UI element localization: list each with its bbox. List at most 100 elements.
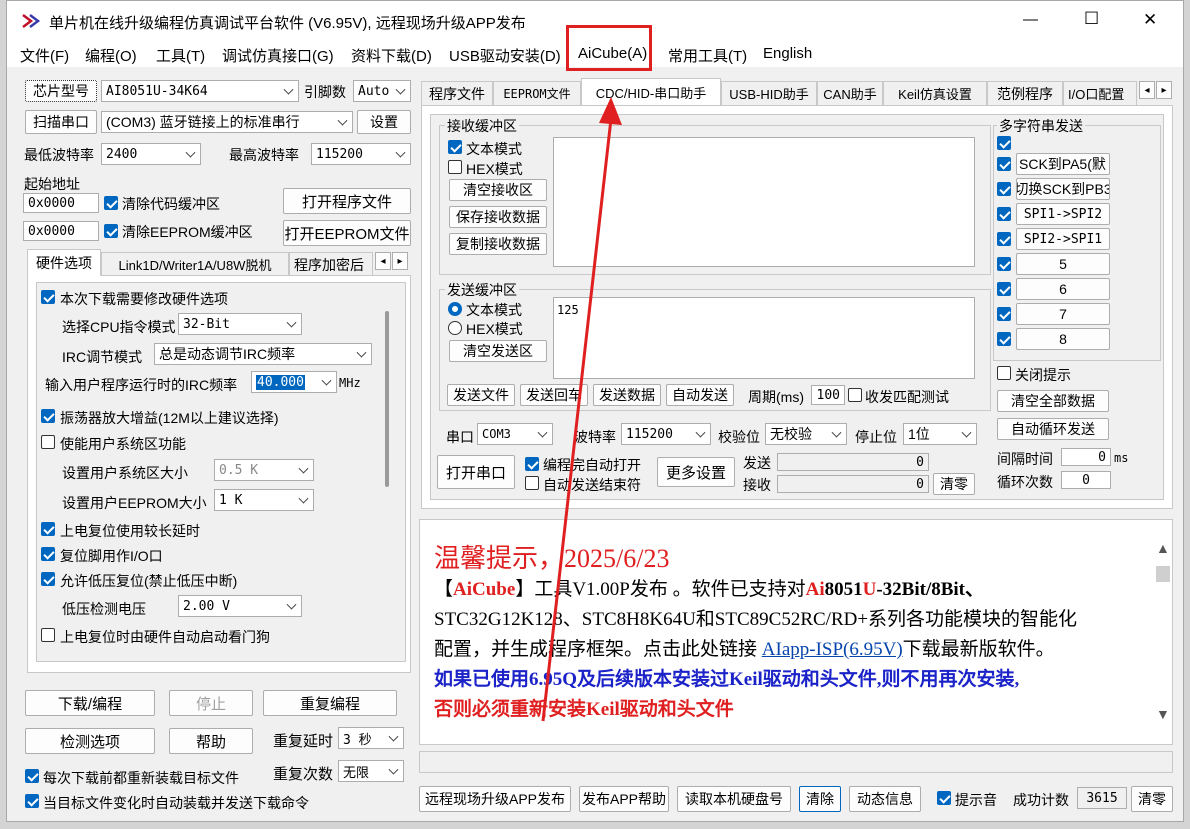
app-help-button[interactable]: 发布APP帮助: [579, 786, 669, 812]
reload-each-checkbox[interactable]: [25, 769, 39, 783]
clear-send-button[interactable]: 清空发送区: [449, 340, 547, 362]
baud-select[interactable]: 115200: [621, 423, 711, 445]
irc-mode-select[interactable]: 总是动态调节IRC频率: [154, 343, 372, 365]
receive-textarea[interactable]: [553, 137, 975, 267]
stop-bits-select[interactable]: 1位: [903, 423, 977, 445]
repeat-delay-select[interactable]: 3 秒: [338, 727, 404, 749]
menu-downloads[interactable]: 资料下载(D): [348, 43, 435, 68]
code-address-input[interactable]: 0x0000: [23, 193, 99, 213]
menu-usb-driver[interactable]: USB驱动安装(D): [446, 43, 564, 68]
multi-item-6-button[interactable]: 6: [1016, 278, 1110, 300]
multi-item-4-button[interactable]: SPI2->SPI1: [1016, 228, 1110, 250]
tab-encryption[interactable]: 程序加密后: [289, 252, 373, 276]
multi-item-4-checkbox[interactable]: [997, 232, 1011, 246]
notice-scrollbar-thumb[interactable]: [1156, 566, 1170, 582]
remote-app-publish-button[interactable]: 远程现场升级APP发布: [419, 786, 571, 812]
clear-button[interactable]: 清除: [799, 786, 841, 812]
download-program-button[interactable]: 下载/编程: [25, 690, 155, 716]
tab-cdc-hid-serial[interactable]: CDC/HID-串口助手: [581, 78, 721, 105]
tab-io-config[interactable]: I/O口配置: [1063, 81, 1137, 105]
right-tab-scroll-left-icon[interactable]: ◂: [1139, 81, 1155, 99]
interval-input[interactable]: 0: [1061, 448, 1111, 466]
port-select[interactable]: (COM3) 蓝牙链接上的标准串行: [101, 111, 353, 133]
auto-reload-checkbox[interactable]: [25, 794, 39, 808]
scroll-up-icon[interactable]: ▲: [1156, 540, 1170, 556]
tab-eeprom-file[interactable]: EEPROM文件: [493, 81, 581, 105]
auto-send-button[interactable]: 自动发送: [666, 384, 734, 406]
dynamic-info-button[interactable]: 动态信息: [849, 786, 921, 812]
menu-english[interactable]: English: [760, 43, 815, 64]
menu-file[interactable]: 文件(F): [17, 43, 72, 68]
maximize-icon[interactable]: ☐: [1084, 9, 1099, 29]
multi-item-5-checkbox[interactable]: [997, 257, 1011, 271]
long-delay-checkbox[interactable]: [41, 522, 55, 536]
tab-usb-hid[interactable]: USB-HID助手: [721, 81, 817, 105]
low-voltage-reset-checkbox[interactable]: [41, 572, 55, 586]
send-data-button[interactable]: 发送数据: [593, 384, 661, 406]
pin-count-select[interactable]: Auto: [353, 80, 411, 102]
osc-gain-checkbox[interactable]: [41, 409, 55, 423]
tab-hardware-options[interactable]: 硬件选项: [27, 249, 101, 276]
auto-open-checkbox[interactable]: [525, 457, 539, 471]
menu-program[interactable]: 编程(O): [82, 43, 140, 68]
user-eeprom-size-select[interactable]: 1 K: [214, 489, 314, 511]
multi-item-7-button[interactable]: 7: [1016, 303, 1110, 325]
menu-common-tools[interactable]: 常用工具(T): [665, 43, 750, 68]
menu-debug-interface[interactable]: 调试仿真接口(G): [219, 43, 337, 68]
tab-program-file[interactable]: 程序文件: [421, 81, 493, 105]
cpu-mode-select[interactable]: 32-Bit: [178, 313, 302, 335]
eeprom-address-input[interactable]: 0x0000: [23, 221, 99, 241]
rx-text-mode-checkbox[interactable]: [448, 140, 462, 154]
right-tab-scroll-right-icon[interactable]: ▸: [1156, 81, 1172, 99]
save-receive-button[interactable]: 保存接收数据: [449, 206, 547, 228]
open-eeprom-file-button[interactable]: 打开EEPROM文件: [283, 220, 411, 246]
clear-receive-button[interactable]: 清空接收区: [449, 179, 547, 201]
tx-hex-mode-radio[interactable]: [448, 321, 462, 335]
detect-options-button[interactable]: 检测选项: [25, 728, 155, 754]
tab-link1d-offline[interactable]: Link1D/Writer1A/U8W脱机: [101, 252, 289, 276]
send-enter-button[interactable]: 发送回车: [520, 384, 588, 406]
chip-model-select[interactable]: AI8051U-34K64: [101, 80, 299, 102]
send-textarea[interactable]: 125: [553, 297, 975, 379]
reset-count-button[interactable]: 清零: [1131, 786, 1173, 812]
multi-item-8-checkbox[interactable]: [997, 332, 1011, 346]
tab-keil-sim[interactable]: Keil仿真设置: [883, 81, 987, 105]
multi-item-1-button[interactable]: SCK到PA5(默: [1016, 153, 1110, 175]
open-port-button[interactable]: 打开串口: [437, 455, 515, 489]
repeat-program-button[interactable]: 重复编程: [263, 690, 397, 716]
tab-can[interactable]: CAN助手: [817, 81, 883, 105]
loop-count-input[interactable]: 0: [1061, 471, 1111, 489]
tx-text-mode-radio[interactable]: [448, 302, 462, 316]
repeat-count-select[interactable]: 无限: [338, 760, 404, 782]
stop-button[interactable]: 停止: [169, 690, 253, 716]
irc-freq-select[interactable]: 40.000: [251, 371, 337, 393]
multi-item-1-checkbox[interactable]: [997, 157, 1011, 171]
clear-eeprom-checkbox[interactable]: [104, 224, 118, 238]
tab-examples[interactable]: 范例程序: [987, 81, 1063, 105]
tab-scroll-right-icon[interactable]: ▸: [392, 252, 408, 270]
parity-select[interactable]: 无校验: [765, 423, 847, 445]
port-settings-button[interactable]: 设置: [357, 110, 411, 134]
match-test-checkbox[interactable]: [848, 388, 862, 402]
rx-hex-mode-checkbox[interactable]: [448, 160, 462, 174]
serial-port-select[interactable]: COM3: [477, 423, 553, 445]
multi-item-2-button[interactable]: 切换SCK到PB3: [1016, 178, 1110, 200]
close-tip-checkbox[interactable]: [997, 366, 1011, 380]
hardware-scrollbar[interactable]: [385, 311, 389, 487]
beep-checkbox[interactable]: [937, 791, 951, 805]
modify-options-checkbox[interactable]: [41, 290, 55, 304]
download-link[interactable]: AIapp-ISP(6.95V): [762, 639, 903, 660]
more-settings-button[interactable]: 更多设置: [657, 457, 735, 487]
user-system-checkbox[interactable]: [41, 435, 55, 449]
multi-item-2-checkbox[interactable]: [997, 182, 1011, 196]
multi-item-3-button[interactable]: SPI1->SPI2: [1016, 203, 1110, 225]
period-input[interactable]: 100: [811, 385, 845, 405]
multi-item-6-checkbox[interactable]: [997, 282, 1011, 296]
menu-tools[interactable]: 工具(T): [153, 43, 208, 68]
clear-counts-button[interactable]: 清零: [933, 473, 975, 495]
reset-io-checkbox[interactable]: [41, 547, 55, 561]
chip-model-button[interactable]: 芯片型号: [25, 80, 97, 102]
max-baud-select[interactable]: 115200: [311, 143, 411, 165]
watchdog-checkbox[interactable]: [41, 628, 55, 642]
open-program-file-button[interactable]: 打开程序文件: [283, 188, 411, 214]
